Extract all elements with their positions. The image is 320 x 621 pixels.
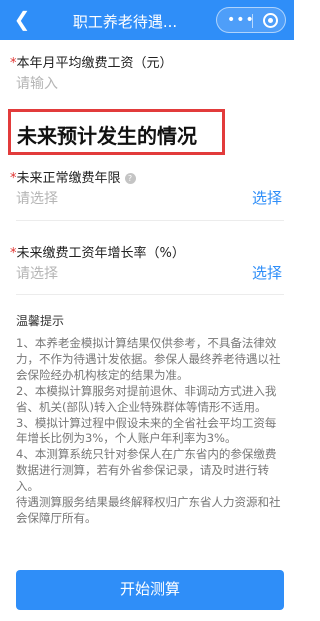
target-icon[interactable] — [263, 13, 278, 28]
salary-label-text: 本年月平均缴费工资（元） — [16, 56, 173, 71]
mini-program-capsule: ••• — [216, 7, 286, 33]
wage-growth-label-text: 未来缴费工资年增长率（%） — [16, 246, 185, 261]
more-icon[interactable]: ••• — [227, 11, 255, 29]
contribution-years-label: *未来正常缴费年限? — [10, 167, 136, 186]
salary-label: *本年月平均缴费工资（元） — [10, 52, 173, 71]
start-calculation-button[interactable]: 开始测算 — [16, 570, 284, 610]
wage-growth-label: *未来缴费工资年增长率（%） — [10, 242, 185, 261]
contribution-years-label-text: 未来正常缴费年限 — [16, 171, 121, 186]
contribution-years-select-button[interactable]: 选择 — [252, 187, 282, 208]
divider — [16, 294, 284, 295]
tips-title: 温馨提示 — [16, 314, 65, 328]
navigation-bar: ❮ 职工养老待遇... ••• — [0, 0, 294, 40]
tips-body: 1、本养老金模拟计算结果仅供参考，不具备法律效力，不作为待遇计发依据。参保人最终… — [16, 336, 282, 527]
wage-growth-select[interactable]: 请选择 — [16, 263, 58, 283]
section-heading-highlight: 未来预计发生的情况 — [8, 109, 225, 155]
page-title: 职工养老待遇... — [72, 13, 178, 31]
tip-item: 2、本模拟计算服务对提前退休、非调动方式进入我省、机关(部队)转入企业特殊群体等… — [16, 383, 277, 414]
divider — [16, 220, 284, 221]
tip-item: 3、模拟计算过程中假设未来的全省社会平均工资每年增长比例为3%，个人账户年利率为… — [16, 415, 277, 446]
tip-item: 1、本养老金模拟计算结果仅供参考，不具备法律效力，不作为待遇计发依据。参保人最终… — [16, 336, 281, 382]
contribution-years-select[interactable]: 请选择 — [16, 188, 58, 208]
capsule-divider — [252, 14, 253, 28]
section-heading: 未来预计发生的情况 — [17, 124, 197, 148]
tip-item: 4、本测算系统只针对参保人在广东省内的参保缴费数据进行测算，若有外省参保记录，请… — [16, 447, 277, 494]
question-icon[interactable]: ? — [124, 173, 136, 184]
wage-growth-select-button[interactable]: 选择 — [252, 262, 282, 283]
tip-item: 待遇测算服务结果最终解释权归广东省人力资源和社会保障厅所有。 — [16, 495, 281, 525]
chevron-left-icon[interactable]: ❮ — [10, 8, 34, 32]
salary-input[interactable]: 请输入 — [16, 73, 58, 93]
